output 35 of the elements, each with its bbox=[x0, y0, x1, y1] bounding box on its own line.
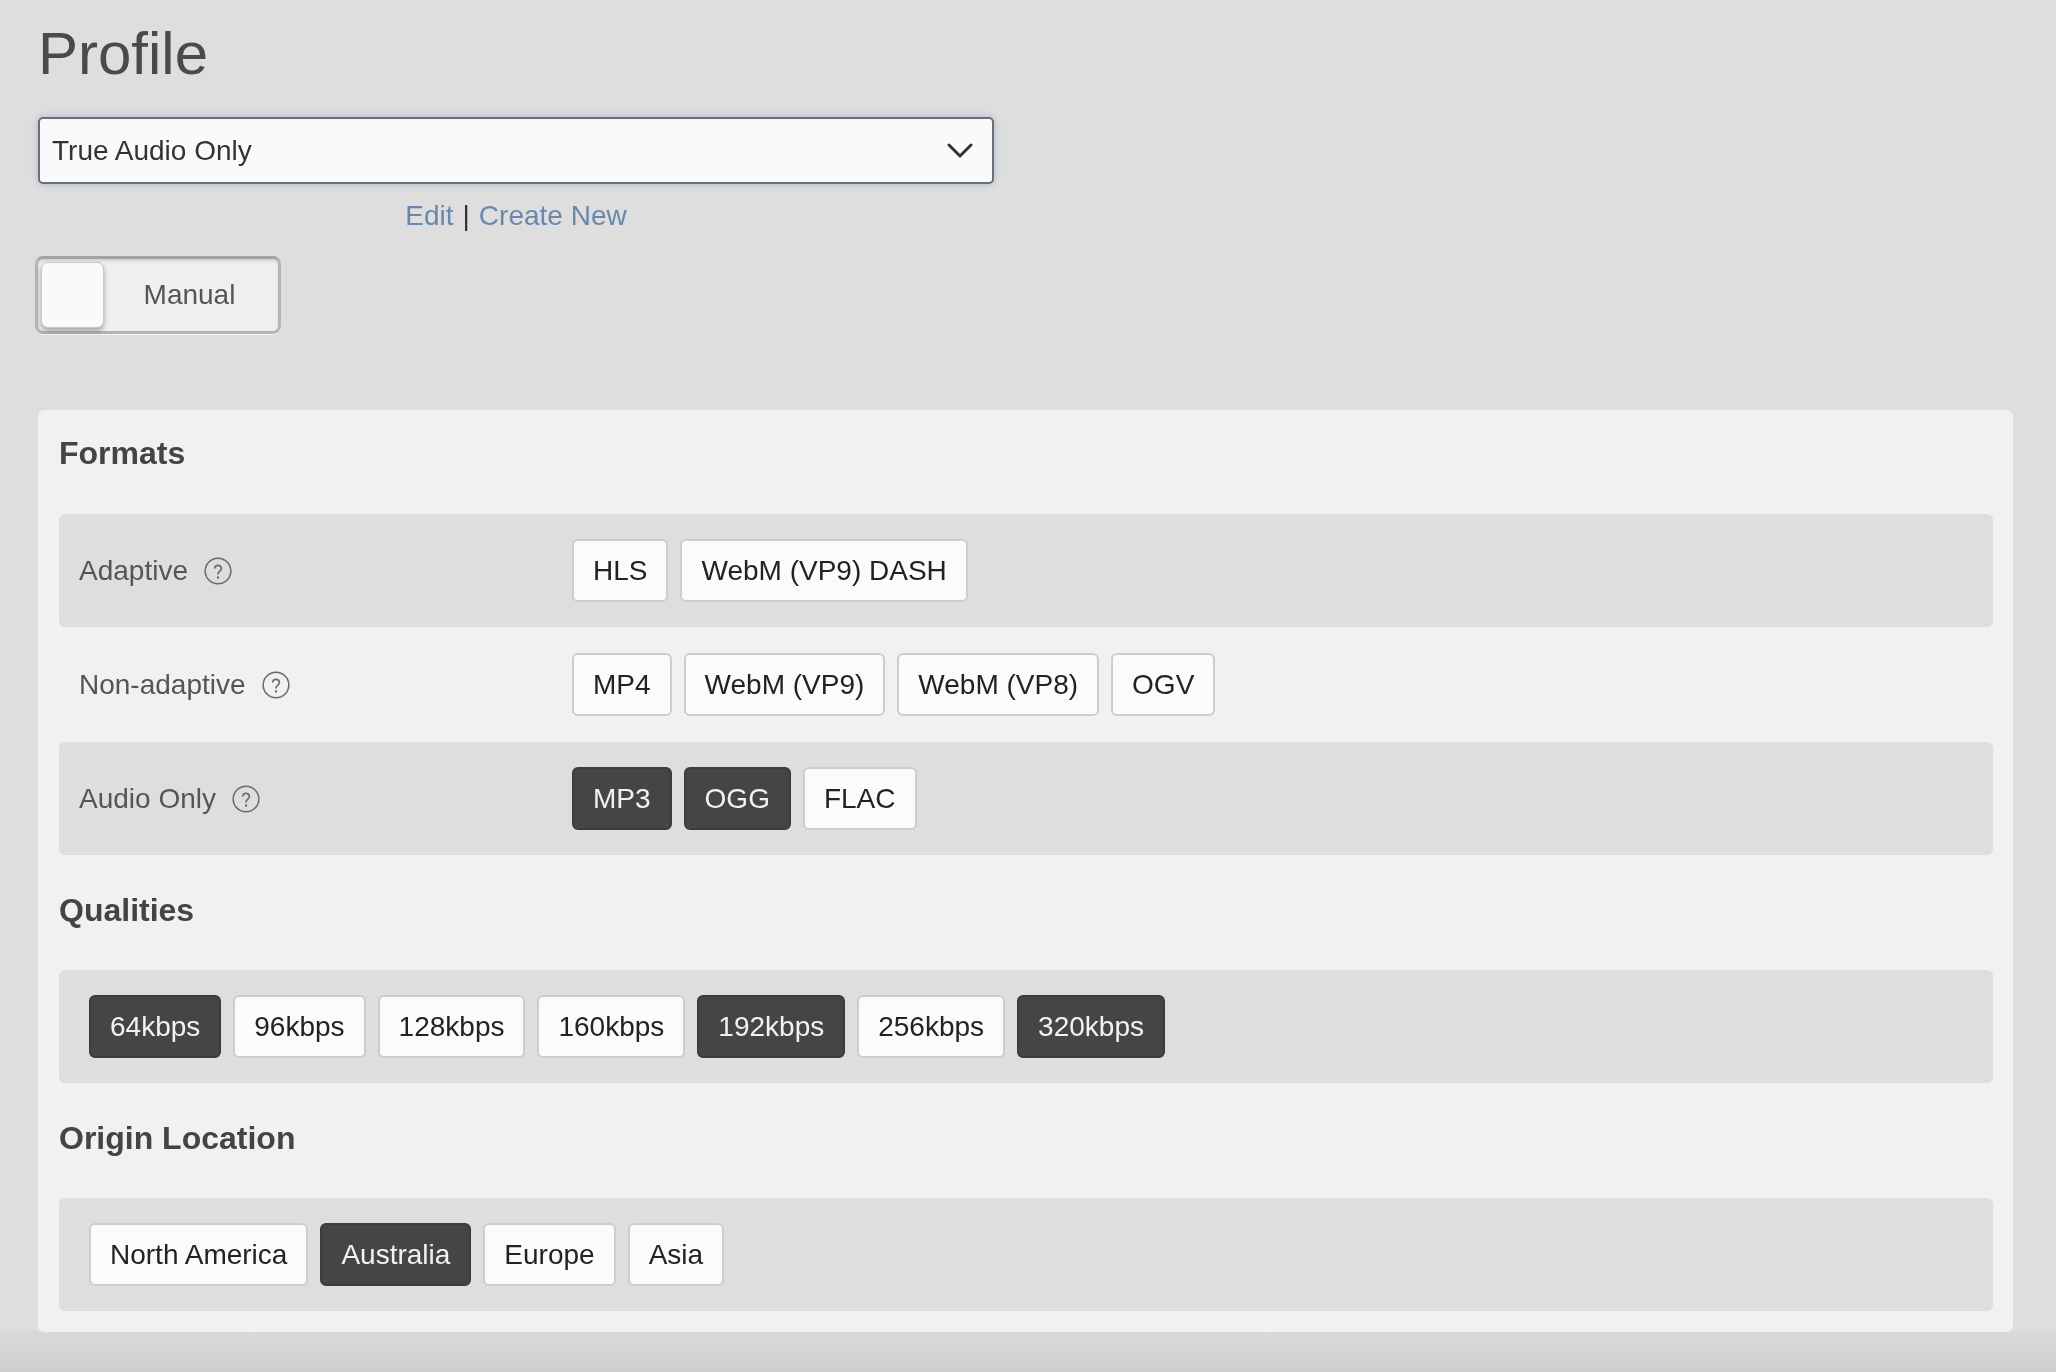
section-heading: Origin Location bbox=[59, 1119, 297, 1158]
option-button[interactable]: 160kbps bbox=[537, 995, 686, 1058]
option-button[interactable]: 320kbps bbox=[1017, 995, 1165, 1058]
option-button[interactable]: WebM (VP9) bbox=[683, 653, 886, 716]
option-button[interactable]: Europe bbox=[483, 1223, 616, 1286]
option-button[interactable]: Asia bbox=[627, 1223, 725, 1286]
chevron-down-icon bbox=[947, 142, 973, 159]
option-button[interactable]: 64kbps bbox=[89, 995, 222, 1058]
option-button[interactable]: FLAC bbox=[802, 767, 917, 830]
row-label: Audio Only bbox=[79, 782, 216, 815]
option-button[interactable]: 192kbps bbox=[697, 995, 846, 1058]
option-button[interactable]: MP3 bbox=[572, 767, 672, 830]
option-button[interactable]: North America bbox=[89, 1223, 309, 1286]
page-title: Profile bbox=[38, 19, 210, 89]
help-icon[interactable] bbox=[261, 670, 290, 699]
option-button[interactable]: 96kbps bbox=[233, 995, 366, 1058]
section-heading: Qualities bbox=[59, 891, 196, 930]
toggle-handle[interactable] bbox=[41, 262, 104, 328]
option-button[interactable]: Australia bbox=[320, 1223, 472, 1286]
row-label: Adaptive bbox=[79, 554, 188, 587]
option-button[interactable]: HLS bbox=[572, 539, 669, 602]
option-button[interactable]: 256kbps bbox=[857, 995, 1006, 1058]
option-button[interactable]: OGG bbox=[683, 767, 791, 830]
help-icon[interactable] bbox=[231, 784, 260, 813]
profile-dropdown[interactable]: True Audio Only bbox=[38, 117, 994, 184]
row-label: Non-adaptive bbox=[79, 668, 246, 701]
option-button[interactable]: WebM (VP9) DASH bbox=[680, 539, 968, 602]
option-button[interactable]: WebM (VP8) bbox=[897, 653, 1100, 716]
option-button[interactable]: OGV bbox=[1111, 653, 1216, 716]
option-button[interactable]: MP4 bbox=[572, 653, 672, 716]
mode-toggle[interactable]: Manual bbox=[35, 256, 281, 334]
option-button[interactable]: 128kbps bbox=[377, 995, 526, 1058]
section-heading: Formats bbox=[59, 434, 187, 473]
link-separator: | bbox=[462, 200, 470, 231]
help-icon[interactable] bbox=[203, 556, 232, 585]
